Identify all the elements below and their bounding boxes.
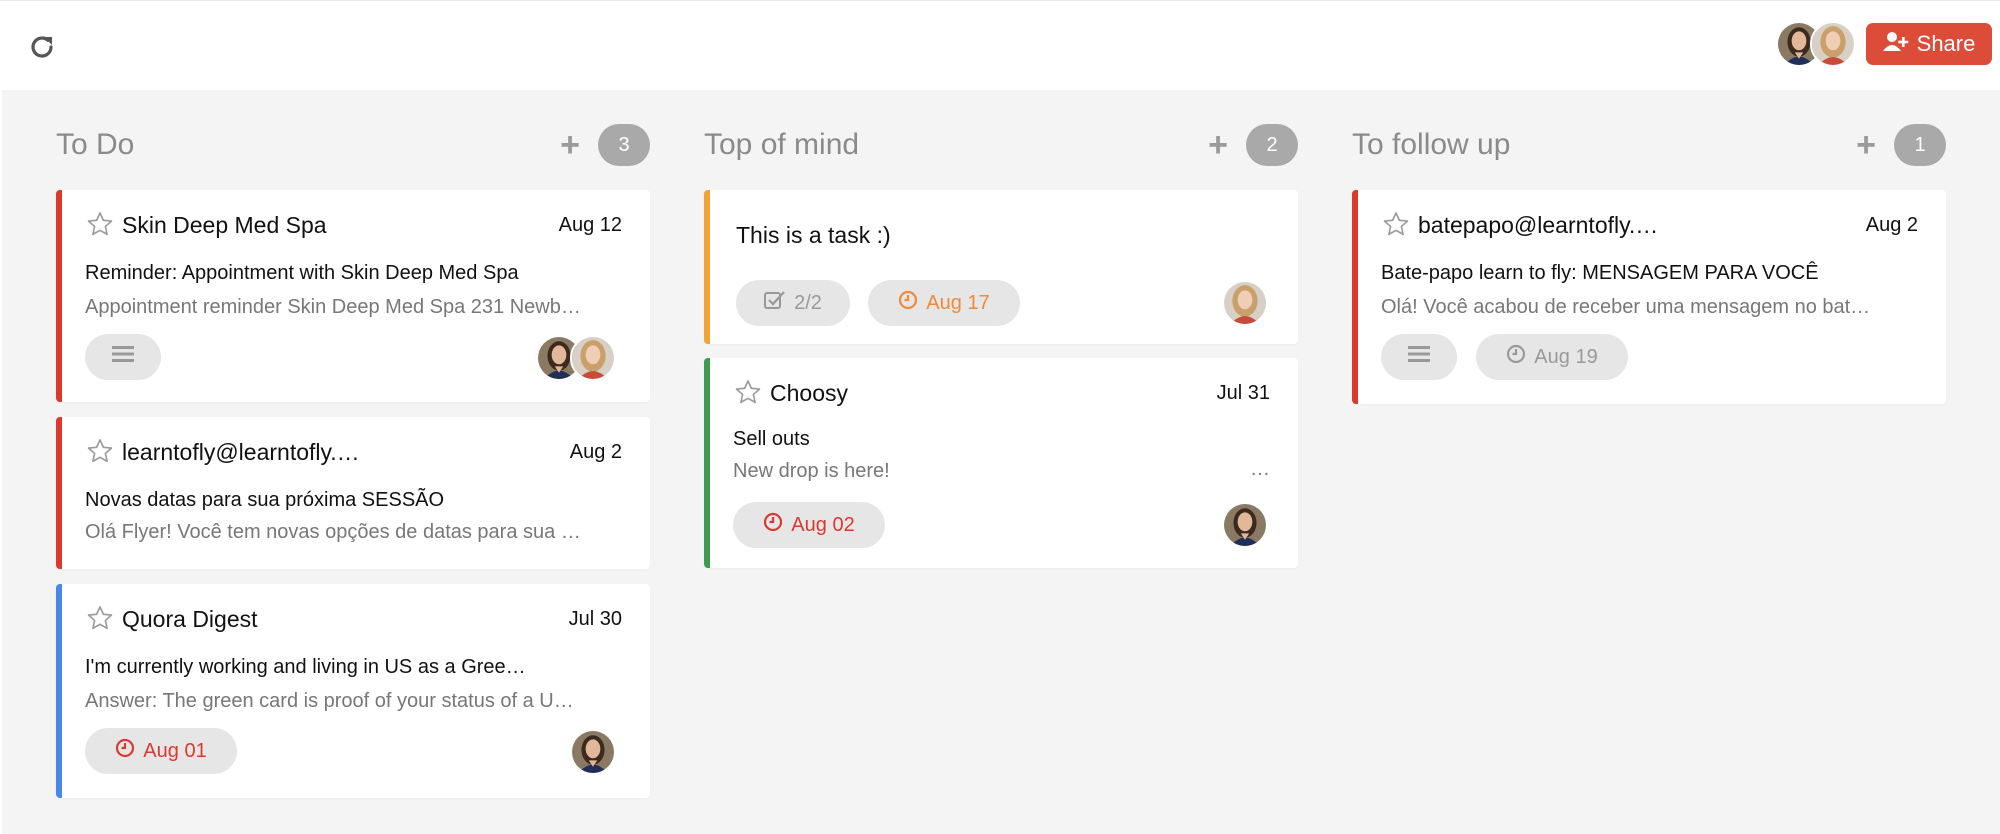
card-sender: batepapo@learntofly.…: [1418, 212, 1659, 238]
star-icon[interactable]: [86, 604, 114, 632]
add-card-button[interactable]: +: [1208, 126, 1228, 164]
share-label: Share: [1916, 31, 1976, 56]
card-snippet: Answer: The green card is proof of your …: [85, 690, 574, 712]
card-sender: Choosy: [770, 380, 848, 406]
card-date: Aug 2: [1865, 214, 1918, 236]
card-snippet: Olá Flyer! Você tem novas opções de data…: [85, 521, 581, 543]
star-icon[interactable]: [734, 378, 762, 406]
reminder-date: Aug 19: [1534, 345, 1598, 368]
card-subject: Bate-papo learn to fly: MENSAGEM PARA VO…: [1381, 262, 1819, 284]
reminder-date: Aug 01: [143, 739, 207, 762]
reminder-chip[interactable]: Aug 17: [868, 280, 1020, 326]
reminder-chip[interactable]: Aug 19: [1476, 334, 1628, 380]
column-title: To Do: [56, 128, 135, 161]
clock-icon: [763, 512, 783, 538]
column-header: Top of mind + 2: [704, 124, 1298, 170]
card-snippet: Olá! Você acabou de receber uma mensagem…: [1381, 296, 1871, 318]
avatar[interactable]: [1222, 280, 1268, 326]
refresh-icon[interactable]: [26, 31, 58, 63]
reminder-date: Aug 17: [926, 291, 990, 314]
star-icon[interactable]: [1382, 210, 1410, 238]
reminder-date: Aug 02: [791, 513, 855, 536]
card-date: Jul 30: [568, 608, 622, 630]
star-icon[interactable]: [86, 210, 114, 238]
card-quora-digest[interactable]: Quora Digest Jul 30 I'm currently workin…: [56, 584, 650, 798]
share-button[interactable]: Share: [1866, 23, 1992, 65]
checklist-progress: 2/2: [794, 291, 822, 314]
column-count-badge: 1: [1894, 124, 1946, 166]
card-date: Aug 2: [569, 441, 622, 463]
task-title: This is a task :): [736, 222, 891, 248]
card-subject: I'm currently working and living in US a…: [85, 656, 526, 678]
column-title: Top of mind: [704, 128, 860, 161]
ellipsis-icon[interactable]: …: [1250, 458, 1270, 481]
card-task[interactable]: This is a task :) 2/2 Aug 17: [704, 190, 1298, 344]
clock-icon: [1506, 344, 1526, 370]
notes-icon: [1407, 344, 1431, 370]
collaborator-avatars: [1776, 21, 1856, 67]
column-header: To Do + 3: [56, 124, 650, 170]
card-sender: Quora Digest: [122, 606, 258, 632]
top-toolbar: Share: [0, 0, 2000, 91]
reminder-chip[interactable]: Aug 01: [85, 728, 237, 774]
avatar[interactable]: [570, 729, 616, 775]
card-subject: Sell outs: [733, 428, 810, 450]
avatar[interactable]: [1810, 21, 1856, 67]
card-batepapo[interactable]: batepapo@learntofly.… Aug 2 Bate-papo le…: [1352, 190, 1946, 404]
avatar[interactable]: [1222, 502, 1268, 548]
checkbox-icon: [764, 290, 786, 316]
notes-button[interactable]: [85, 334, 161, 380]
column-title: To follow up: [1352, 128, 1511, 161]
add-card-button[interactable]: +: [1856, 126, 1876, 164]
checklist-chip[interactable]: 2/2: [736, 280, 850, 326]
column-count-badge: 3: [598, 124, 650, 166]
add-user-icon: [1882, 31, 1909, 57]
clock-icon: [115, 738, 135, 764]
column-count-badge: 2: [1246, 124, 1298, 166]
card-date: Aug 12: [558, 214, 622, 236]
card-snippet: New drop is here!: [733, 460, 890, 482]
star-icon[interactable]: [86, 437, 114, 465]
card-subject: Reminder: Appointment with Skin Deep Med…: [85, 262, 519, 284]
card-skin-deep[interactable]: Skin Deep Med Spa Aug 12 Reminder: Appoi…: [56, 190, 650, 402]
notes-icon: [111, 344, 135, 370]
card-learntofly[interactable]: learntofly@learntofly.… Aug 2 Novas data…: [56, 417, 650, 569]
avatar[interactable]: [570, 335, 616, 381]
card-date: Jul 31: [1216, 382, 1270, 404]
card-choosy[interactable]: Choosy Jul 31 Sell outs New drop is here…: [704, 358, 1298, 568]
add-card-button[interactable]: +: [560, 126, 580, 164]
column-header: To follow up + 1: [1352, 124, 1946, 170]
clock-icon: [898, 290, 918, 316]
card-sender: Skin Deep Med Spa: [122, 212, 327, 238]
card-sender: learntofly@learntofly.…: [122, 439, 360, 465]
kanban-board: To Do + 3 Skin Deep Med Spa Aug 12 Remin…: [2, 90, 2000, 834]
reminder-chip[interactable]: Aug 02: [733, 502, 885, 548]
card-subject: Novas datas para sua próxima SESSÃO: [85, 489, 445, 511]
card-snippet: Appointment reminder Skin Deep Med Spa 2…: [85, 296, 581, 318]
notes-button[interactable]: [1381, 334, 1457, 380]
